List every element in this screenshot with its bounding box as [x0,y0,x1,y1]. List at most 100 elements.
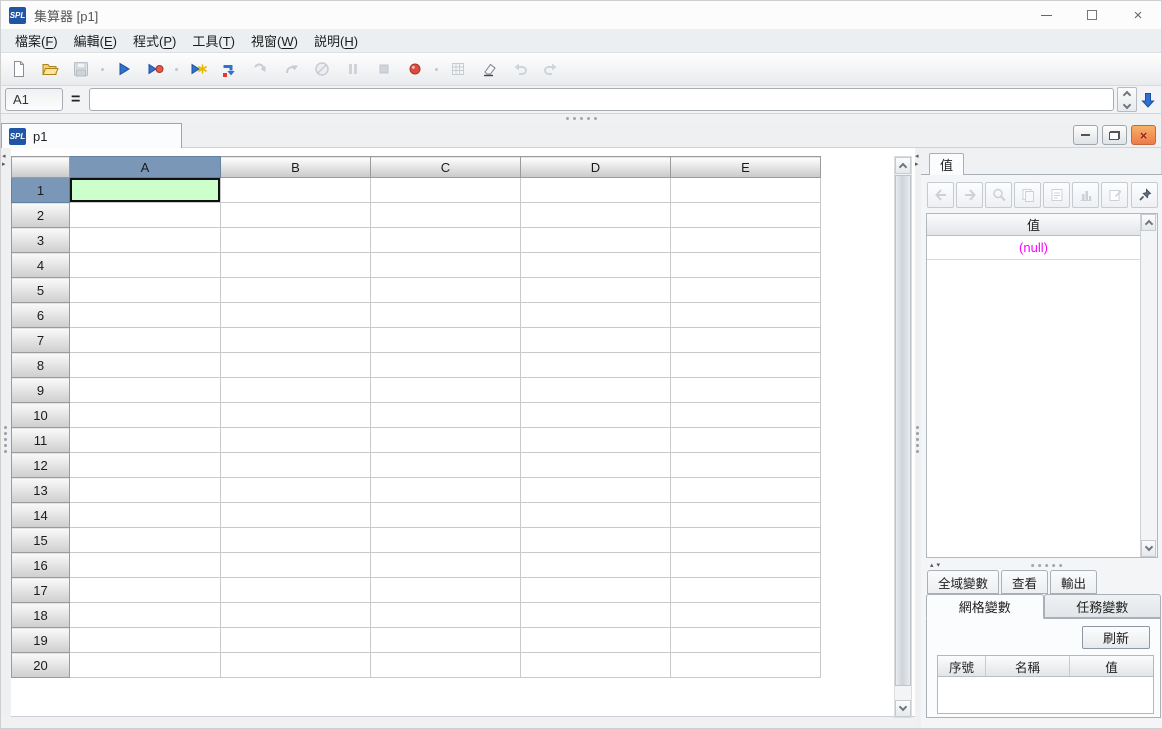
step-over-icon[interactable] [247,56,273,82]
cell-E14[interactable] [670,502,821,528]
cell-A4[interactable] [69,252,221,278]
cell-E13[interactable] [670,477,821,503]
cell-C7[interactable] [370,327,521,353]
cell-C12[interactable] [370,452,521,478]
cell-C10[interactable] [370,402,521,428]
cell-D5[interactable] [520,277,671,303]
properties-icon[interactable] [1101,182,1128,208]
calc-cell-icon[interactable] [445,56,471,82]
menu-item-p[interactable]: 程式(P) [125,29,184,52]
cell-A5[interactable] [69,277,221,303]
cell-B3[interactable] [220,227,371,253]
cell-A3[interactable] [69,227,221,253]
scrollbar-thumb[interactable] [895,175,911,686]
column-header-A[interactable]: A [69,156,221,178]
cell-D11[interactable] [520,427,671,453]
row-header-15[interactable]: 15 [11,527,70,553]
cell-D16[interactable] [520,552,671,578]
row-header-13[interactable]: 13 [11,477,70,503]
tab-view[interactable]: 查看 [1001,570,1049,594]
cell-A2[interactable] [69,202,221,228]
forward-icon[interactable] [956,182,983,208]
document-close-button[interactable]: × [1131,125,1156,145]
value-cell-null[interactable]: (null) [927,236,1140,260]
row-header-14[interactable]: 14 [11,502,70,528]
cell-B18[interactable] [220,602,371,628]
cell-text-icon[interactable] [1043,182,1070,208]
sheet-vertical-scrollbar[interactable] [894,156,912,718]
new-file-icon[interactable] [6,56,32,82]
cell-B14[interactable] [220,502,371,528]
cell-C5[interactable] [370,277,521,303]
sheet-tab-p1[interactable]: SPL p1 [1,123,182,148]
cell-E12[interactable] [670,452,821,478]
cell-A9[interactable] [69,377,221,403]
cell-C9[interactable] [370,377,521,403]
cell-D15[interactable] [520,527,671,553]
row-header-10[interactable]: 10 [11,402,70,428]
cell-B8[interactable] [220,352,371,378]
value-table-scrollbar[interactable] [1140,214,1157,557]
row-header-19[interactable]: 19 [11,627,70,653]
cell-D9[interactable] [520,377,671,403]
row-header-4[interactable]: 4 [11,252,70,278]
zoom-icon[interactable] [985,182,1012,208]
save-icon[interactable] [68,56,94,82]
cell-A6[interactable] [69,302,221,328]
cell-A19[interactable] [69,627,221,653]
cell-B4[interactable] [220,252,371,278]
cell-B6[interactable] [220,302,371,328]
spinner-down-icon[interactable] [1122,100,1132,109]
row-header-6[interactable]: 6 [11,302,70,328]
menu-item-t[interactable]: 工具(T) [184,29,243,52]
cell-C13[interactable] [370,477,521,503]
cell-E17[interactable] [670,577,821,603]
tab-global-variables[interactable]: 全域變數 [927,570,1000,594]
clear-icon[interactable] [476,56,502,82]
left-collapse-splitter[interactable]: ◂ ▸ [1,148,10,716]
row-header-2[interactable]: 2 [11,202,70,228]
cell-C20[interactable] [370,652,521,678]
row-header-5[interactable]: 5 [11,277,70,303]
cell-C16[interactable] [370,552,521,578]
tab-value[interactable]: 值 [929,153,965,175]
row-header-1[interactable]: 1 [11,177,70,203]
row-header-18[interactable]: 18 [11,602,70,628]
run-icon[interactable] [111,56,137,82]
column-header-E[interactable]: E [670,156,821,178]
cell-E18[interactable] [670,602,821,628]
cell-D19[interactable] [520,627,671,653]
refresh-button[interactable]: 刷新 [1082,626,1150,649]
row-header-7[interactable]: 7 [11,327,70,353]
cell-A15[interactable] [69,527,221,553]
cell-A13[interactable] [69,477,221,503]
cell-B9[interactable] [220,377,371,403]
cell-D20[interactable] [520,652,671,678]
spinner-up-icon[interactable] [1122,90,1132,99]
row-header-17[interactable]: 17 [11,577,70,603]
pin-icon[interactable] [1131,182,1158,208]
cell-D10[interactable] [520,402,671,428]
cell-A10[interactable] [69,402,221,428]
debug-run-icon[interactable] [142,56,168,82]
cell-B7[interactable] [220,327,371,353]
cell-C17[interactable] [370,577,521,603]
step-return-icon[interactable] [278,56,304,82]
cell-D17[interactable] [520,577,671,603]
cell-A17[interactable] [69,577,221,603]
cell-E4[interactable] [670,252,821,278]
cell-E5[interactable] [670,277,821,303]
cell-C3[interactable] [370,227,521,253]
menu-item-h[interactable]: 説明(H) [306,29,366,52]
cell-D7[interactable] [520,327,671,353]
cell-B12[interactable] [220,452,371,478]
cell-E16[interactable] [670,552,821,578]
cell-D12[interactable] [520,452,671,478]
run-to-cursor-icon[interactable] [216,56,242,82]
cell-C18[interactable] [370,602,521,628]
cell-B10[interactable] [220,402,371,428]
cell-A12[interactable] [69,452,221,478]
menu-item-f[interactable]: 檔案(F) [7,29,66,52]
cell-B16[interactable] [220,552,371,578]
cell-C14[interactable] [370,502,521,528]
